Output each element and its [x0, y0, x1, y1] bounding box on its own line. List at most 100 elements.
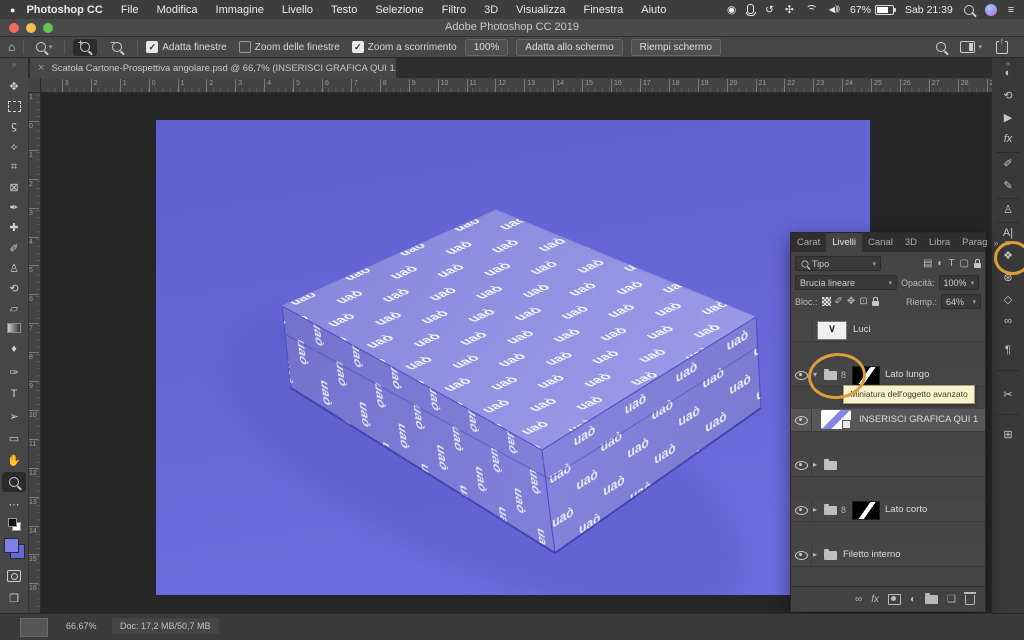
- foreground-color-swatch[interactable]: [4, 538, 19, 553]
- libraries-panel[interactable]: ∞: [992, 311, 1024, 331]
- new-layer-icon[interactable]: ❏: [947, 594, 956, 605]
- menu-immagine[interactable]: Immagine: [207, 4, 273, 16]
- button-100-[interactable]: 100%: [465, 39, 509, 56]
- filter-type-select[interactable]: Tipo ▾: [795, 256, 881, 271]
- zoom-out-button[interactable]: −: [105, 39, 129, 56]
- status-popup-chevron[interactable]: ›: [200, 620, 203, 631]
- brushes-panel[interactable]: ✎: [992, 175, 1024, 195]
- customize-toolbar[interactable]: ✂: [992, 384, 1024, 404]
- paragraph-panel[interactable]: ¶: [992, 340, 1024, 360]
- filter-icon-2[interactable]: T: [948, 258, 954, 269]
- visibility-cell[interactable]: [791, 454, 812, 476]
- volume-icon[interactable]: ◀: [829, 5, 839, 14]
- magic-wand-tool[interactable]: ✧: [0, 137, 28, 157]
- zoom-level-field[interactable]: 66,67%: [66, 621, 97, 631]
- path-selection-tool[interactable]: ➢: [0, 406, 28, 426]
- blend-mode-select[interactable]: Brucia lineare▾: [795, 275, 897, 290]
- menu-selezione[interactable]: Selezione: [366, 4, 432, 16]
- smart-object-thumbnail[interactable]: [821, 410, 851, 429]
- menu-visualizza[interactable]: Visualizza: [507, 4, 574, 16]
- tab-carat[interactable]: Carat: [791, 233, 826, 252]
- spotlight-icon[interactable]: [964, 5, 974, 15]
- color-swatches[interactable]: [0, 536, 28, 560]
- rectangular-marquee-tool[interactable]: [0, 96, 28, 116]
- layer-row-luci[interactable]: ∨Luci: [791, 319, 985, 342]
- notification-center-icon[interactable]: ≡: [1008, 4, 1014, 16]
- timeline-panel[interactable]: ⊞: [992, 424, 1024, 444]
- new-group-icon[interactable]: [925, 595, 938, 604]
- home-icon[interactable]: ⌂: [8, 40, 15, 54]
- layer-mask-thumbnail[interactable]: [852, 366, 880, 385]
- menu-testo[interactable]: Testo: [322, 4, 366, 16]
- healing-brush-tool[interactable]: ✚: [0, 217, 28, 237]
- visibility-cell[interactable]: [791, 409, 812, 431]
- zoom-in-button[interactable]: +: [73, 39, 97, 56]
- time-machine-icon[interactable]: ↺: [765, 4, 774, 16]
- lasso-tool[interactable]: ϛ: [0, 116, 28, 136]
- zoom-window-button[interactable]: [43, 23, 53, 33]
- document-canvas[interactable]: uaò uaò uaò uaò uaò uaò: [156, 120, 870, 595]
- expand-chevron-icon[interactable]: ▸: [813, 454, 817, 476]
- tab-livelli[interactable]: Livelli: [826, 233, 862, 252]
- brush-tool[interactable]: ✐: [0, 238, 28, 258]
- tab-libra[interactable]: Libra: [923, 233, 956, 252]
- blur-tool[interactable]: ♦: [0, 339, 28, 359]
- default-colors[interactable]: [0, 514, 28, 534]
- share-icon[interactable]: [996, 41, 1008, 54]
- visibility-cell[interactable]: [791, 499, 812, 521]
- tab-parag[interactable]: Parag: [956, 233, 993, 252]
- menu-3d[interactable]: 3D: [475, 4, 507, 16]
- expand-chevron-icon[interactable]: ▾: [813, 364, 817, 386]
- edit-toolbar[interactable]: ⋯: [0, 494, 28, 514]
- menu-photoshop-cc[interactable]: Photoshop CC: [17, 4, 111, 16]
- checkbox-adatta-finestre[interactable]: ✓Adatta finestre: [146, 41, 226, 53]
- layer-row-filetto-interno[interactable]: ▸Filetto interno: [791, 544, 985, 567]
- expand-chevron-icon[interactable]: ▸: [813, 544, 817, 566]
- close-tab-icon[interactable]: ×: [38, 62, 44, 74]
- history-panel[interactable]: ⟲: [992, 85, 1024, 105]
- menu-modifica[interactable]: Modifica: [148, 4, 207, 16]
- adjustments-panel[interactable]: ◐: [992, 63, 1024, 83]
- menu-filtro[interactable]: Filtro: [433, 4, 475, 16]
- add-mask-icon[interactable]: [888, 594, 901, 605]
- filter-icon-1[interactable]: ◐: [937, 258, 943, 269]
- panel-menu-icon[interactable]: ≡: [1004, 238, 1009, 248]
- frame-tool[interactable]: ⊠: [0, 177, 28, 197]
- visibility-cell[interactable]: [791, 364, 812, 386]
- clone-source-panel[interactable]: ♙: [992, 199, 1024, 219]
- type-tool[interactable]: T: [0, 384, 28, 404]
- collapse-tools-icon[interactable]: »: [0, 58, 28, 72]
- screen-mode[interactable]: ❐: [0, 588, 28, 608]
- menu-aiuto[interactable]: Aiuto: [632, 4, 675, 16]
- hand-tool[interactable]: ✋: [0, 450, 28, 470]
- microphone-icon[interactable]: [747, 4, 754, 14]
- tab-canal[interactable]: Canal: [862, 233, 899, 252]
- document-tab[interactable]: × Scatola Cartone-Prospettiva angolare.p…: [30, 58, 396, 78]
- layer-mask-thumbnail[interactable]: [852, 501, 880, 520]
- move-tool[interactable]: ✥: [0, 76, 28, 96]
- filter-icon-0[interactable]: ▤: [923, 258, 932, 269]
- siri-icon[interactable]: [985, 4, 997, 16]
- wifi-icon[interactable]: [805, 5, 818, 15]
- eyedropper-tool[interactable]: ✒: [0, 197, 28, 217]
- crop-tool[interactable]: ⌗: [0, 157, 28, 177]
- search-icon[interactable]: [936, 42, 946, 52]
- close-window-button[interactable]: [9, 23, 19, 33]
- link-layers-icon[interactable]: ∞: [855, 594, 862, 605]
- delete-layer-icon[interactable]: [965, 595, 975, 605]
- apple-logo-icon[interactable]: ●: [10, 5, 15, 15]
- channels-panel[interactable]: ⊛: [992, 267, 1024, 287]
- brush-settings-panel[interactable]: ✐: [992, 153, 1024, 173]
- visibility-cell[interactable]: [791, 319, 812, 341]
- tool-preset-picker[interactable]: ▾: [32, 39, 56, 56]
- zoom-tool[interactable]: [2, 472, 26, 492]
- lock-transparency-icon[interactable]: [822, 297, 831, 306]
- checkbox-zoom-delle-finestre[interactable]: Zoom delle finestre: [239, 41, 340, 53]
- checkbox-zoom-a-scorrimento[interactable]: ✓Zoom a scorrimento: [352, 41, 457, 53]
- quick-mask-mode[interactable]: [0, 566, 28, 586]
- more-panels-icon[interactable]: »: [993, 238, 998, 248]
- layer-thumbnail[interactable]: ∨: [817, 321, 847, 340]
- layer-row-lato-lungo[interactable]: ▾8Lato lungo: [791, 364, 985, 387]
- styles-panel[interactable]: fx: [992, 129, 1024, 149]
- menu-livello[interactable]: Livello: [273, 4, 322, 16]
